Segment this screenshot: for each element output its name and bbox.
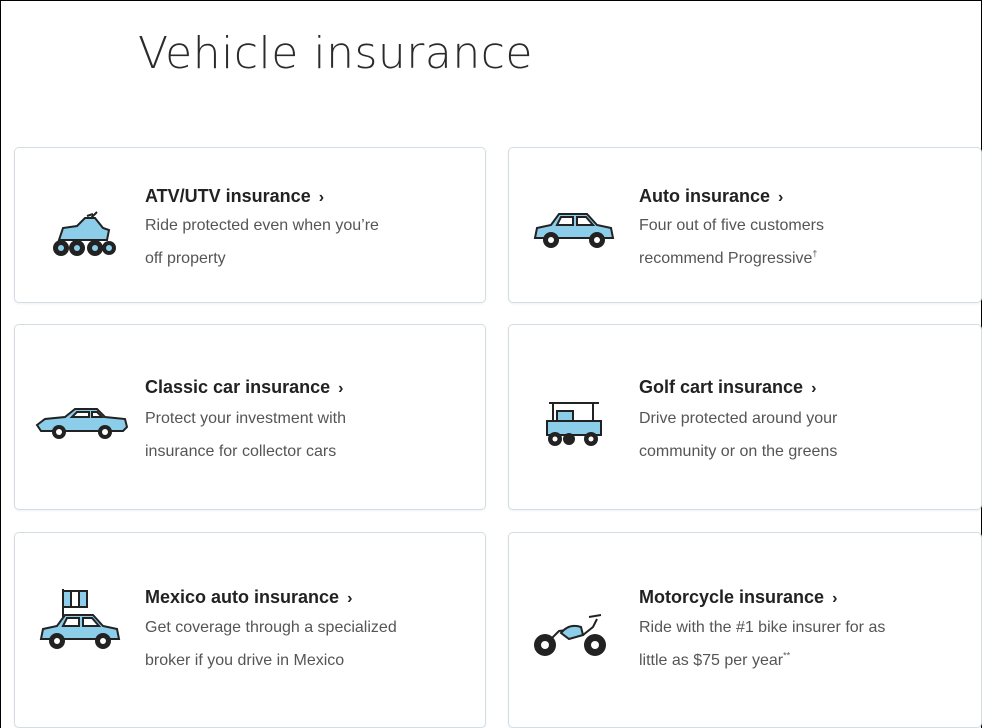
card-atv-insurance[interactable]: ATV/UTV insurance › Ride protected even w… bbox=[14, 147, 486, 303]
car-icon bbox=[533, 213, 615, 248]
card-title[interactable]: Mexico auto insurance › bbox=[145, 587, 352, 608]
card-description: Protect your investment with insurance fo… bbox=[145, 410, 346, 460]
card-title[interactable]: Classic car insurance › bbox=[145, 377, 343, 398]
chevron-right-icon: › bbox=[338, 380, 344, 397]
golf-cart-icon bbox=[546, 402, 602, 446]
card-golf-cart-insurance[interactable]: Golf cart insurance › Drive protected aro… bbox=[508, 324, 982, 510]
card-description: Get coverage through a specialized broker… bbox=[145, 619, 397, 669]
card-title[interactable]: Auto insurance › bbox=[639, 186, 783, 207]
card-title[interactable]: Motorcycle insurance › bbox=[639, 587, 837, 608]
card-description: Four out of five customers recommend Prog… bbox=[639, 217, 824, 267]
motorcycle-icon bbox=[534, 614, 606, 656]
chevron-right-icon: › bbox=[318, 189, 325, 206]
chevron-right-icon: › bbox=[347, 590, 353, 607]
card-mexico-auto-insurance[interactable]: Mexico auto insurance › Get coverage thro… bbox=[14, 532, 486, 728]
dagger-footnote: † bbox=[812, 248, 818, 259]
mexico-car-icon bbox=[39, 589, 121, 649]
page-title: Vehicle insurance bbox=[138, 28, 533, 79]
card-title[interactable]: ATV/UTV insurance › bbox=[145, 186, 324, 207]
double-asterisk-footnote: ** bbox=[783, 650, 791, 661]
card-auto-insurance[interactable]: Auto insurance › Four out of five custome… bbox=[508, 147, 982, 303]
card-description: Ride with the #1 bike insurer for as litt… bbox=[639, 619, 886, 669]
card-description: Ride protected even when you’re off prope… bbox=[145, 217, 379, 267]
card-description: Drive protected around your community or … bbox=[639, 410, 838, 460]
atv-icon bbox=[53, 211, 116, 256]
chevron-right-icon: › bbox=[832, 590, 838, 607]
classic-car-icon bbox=[35, 408, 129, 439]
chevron-right-icon: › bbox=[778, 189, 784, 206]
card-motorcycle-insurance[interactable]: Motorcycle insurance › Ride with the #1 b… bbox=[508, 532, 982, 728]
card-classic-car-insurance[interactable]: Classic car insurance › Protect your inve… bbox=[14, 324, 486, 510]
chevron-right-icon: › bbox=[811, 380, 817, 397]
card-title[interactable]: Golf cart insurance › bbox=[639, 377, 816, 398]
